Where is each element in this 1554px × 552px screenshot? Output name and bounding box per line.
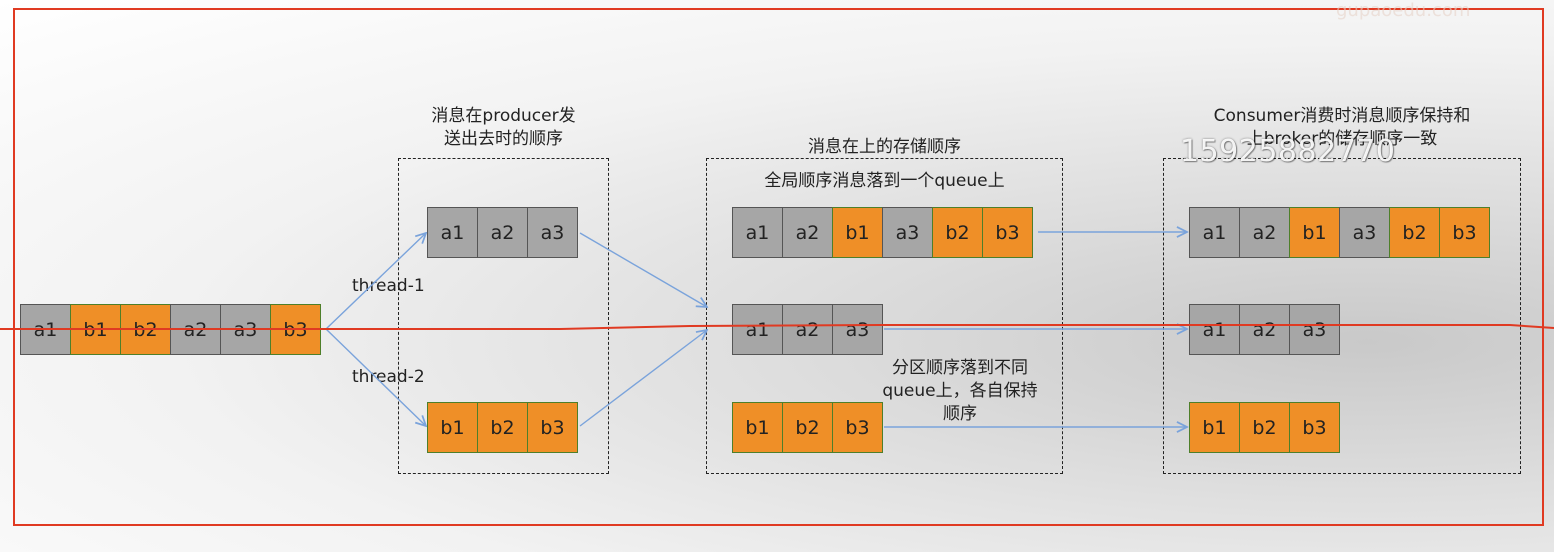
storage-order-label: 消息在上的存储顺序 <box>808 137 961 157</box>
partition-order-label: 分区顺序落到不同 queue上，各自保持 顺序 <box>882 358 1038 424</box>
message-cell: a3 <box>882 207 933 258</box>
message-cell: b2 <box>1389 207 1440 258</box>
message-cell: a1 <box>1189 304 1240 355</box>
message-cell: a2 <box>782 304 833 355</box>
source-message-row: a1 b1 b2 a2 a3 b3 <box>20 304 321 355</box>
message-cell: b2 <box>477 402 528 453</box>
producer-order-label: 消息在producer发 送出去时的顺序 <box>431 106 576 149</box>
message-cell: a3 <box>1289 304 1340 355</box>
message-cell: a1 <box>427 207 478 258</box>
logo-watermark: gupaoedu.com <box>1336 0 1471 21</box>
message-cell: a3 <box>220 304 271 355</box>
message-cell: a2 <box>1239 207 1290 258</box>
broker-global-row: a1 a2 b1 a3 b2 b3 <box>732 207 1033 258</box>
message-cell: b3 <box>270 304 321 355</box>
message-cell: b2 <box>120 304 171 355</box>
message-cell: b1 <box>832 207 883 258</box>
message-cell: b1 <box>732 402 783 453</box>
message-cell: b2 <box>1239 402 1290 453</box>
diagram-canvas: 消息在producer发 送出去时的顺序 消息在上的存储顺序 全局顺序消息落到一… <box>0 0 1554 552</box>
message-cell: b3 <box>982 207 1033 258</box>
consumer-partition-b-row: b1 b2 b3 <box>1189 402 1340 453</box>
consumer-partition-a-row: a1 a2 a3 <box>1189 304 1340 355</box>
message-cell: a2 <box>170 304 221 355</box>
message-cell: a1 <box>732 304 783 355</box>
broker-partition-a-row: a1 a2 a3 <box>732 304 883 355</box>
message-cell: a1 <box>732 207 783 258</box>
message-cell: a2 <box>782 207 833 258</box>
message-cell: a3 <box>832 304 883 355</box>
message-cell: a1 <box>1189 207 1240 258</box>
message-cell: a2 <box>477 207 528 258</box>
thread-1-label: thread-1 <box>352 276 425 296</box>
global-order-label: 全局顺序消息落到一个queue上 <box>764 171 1005 191</box>
message-cell: b3 <box>1289 402 1340 453</box>
message-cell: b1 <box>70 304 121 355</box>
message-cell: a3 <box>527 207 578 258</box>
message-cell: b3 <box>832 402 883 453</box>
consumer-global-row: a1 a2 b1 a3 b2 b3 <box>1189 207 1490 258</box>
message-cell: a2 <box>1239 304 1290 355</box>
message-cell: b2 <box>932 207 983 258</box>
phone-watermark: 15925882770 <box>1180 134 1396 169</box>
thread-2-label: thread-2 <box>352 367 425 387</box>
message-cell: b2 <box>782 402 833 453</box>
thread-1-row: a1 a2 a3 <box>427 207 578 258</box>
message-cell: b3 <box>1439 207 1490 258</box>
message-cell: b1 <box>1289 207 1340 258</box>
message-cell: a1 <box>20 304 71 355</box>
message-cell: b3 <box>527 402 578 453</box>
thread-2-row: b1 b2 b3 <box>427 402 578 453</box>
message-cell: a3 <box>1339 207 1390 258</box>
message-cell: b1 <box>1189 402 1240 453</box>
message-cell: b1 <box>427 402 478 453</box>
broker-partition-b-row: b1 b2 b3 <box>732 402 883 453</box>
